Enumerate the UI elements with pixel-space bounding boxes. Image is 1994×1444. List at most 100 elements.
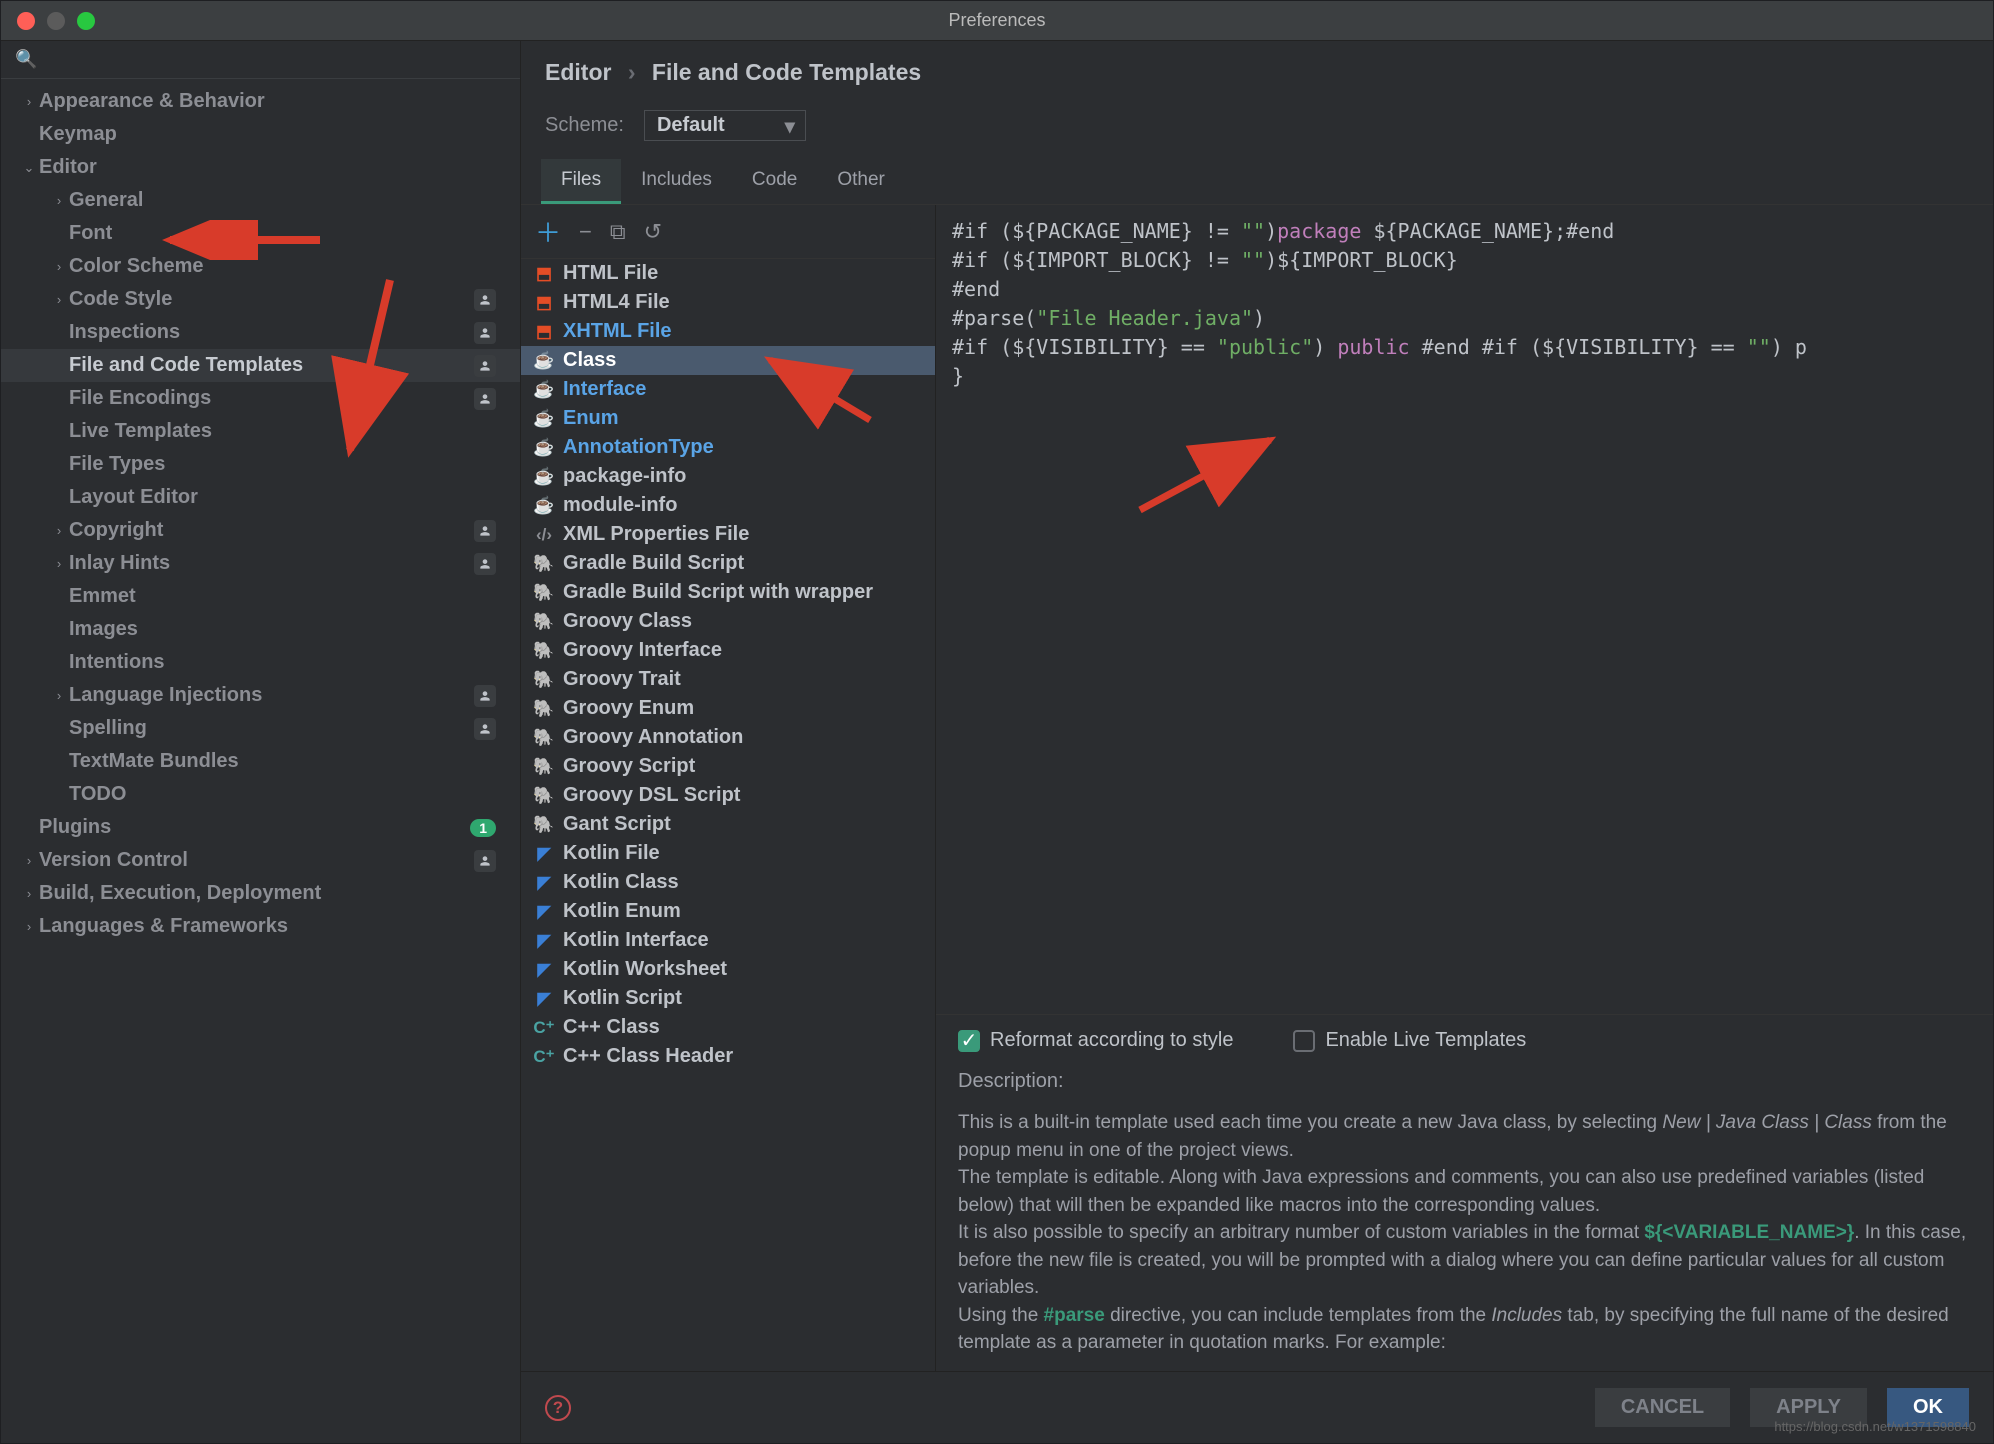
template-item-groovy-class[interactable]: 🐘Groovy Class [521, 607, 935, 636]
project-scope-icon [474, 718, 496, 740]
window-close-button[interactable] [17, 12, 35, 30]
template-item-kotlin-script[interactable]: ◤Kotlin Script [521, 984, 935, 1013]
window-zoom-button[interactable] [77, 12, 95, 30]
breadcrumb-root[interactable]: Editor [545, 59, 611, 85]
tree-item-editor[interactable]: ⌄Editor [1, 151, 520, 184]
tree-item-language-injections[interactable]: ›Language Injections [1, 679, 520, 712]
template-item-enum[interactable]: ☕Enum [521, 404, 935, 433]
tree-item-build-execution-deployment[interactable]: ›Build, Execution, Deployment [1, 877, 520, 910]
tree-item-images[interactable]: Images [1, 613, 520, 646]
template-item-kotlin-class[interactable]: ◤Kotlin Class [521, 868, 935, 897]
kotlin-icon: ◤ [533, 873, 555, 893]
chevron-icon: › [49, 523, 69, 538]
template-item-html4-file[interactable]: ⬒HTML4 File [521, 288, 935, 317]
chevron-down-icon: ▾ [785, 114, 795, 139]
breadcrumb-leaf: File and Code Templates [652, 59, 921, 85]
tab-includes[interactable]: Includes [621, 159, 732, 204]
project-scope-icon [474, 850, 496, 872]
template-item-gradle-build-script-with-wrapper[interactable]: 🐘Gradle Build Script with wrapper [521, 578, 935, 607]
tree-item-todo[interactable]: TODO [1, 778, 520, 811]
tree-item-emmet[interactable]: Emmet [1, 580, 520, 613]
checkbox-unchecked-icon [1293, 1030, 1315, 1052]
tree-item-spelling[interactable]: Spelling [1, 712, 520, 745]
remove-template-button[interactable]: − [579, 219, 592, 245]
tab-code[interactable]: Code [732, 159, 817, 204]
tree-item-copyright[interactable]: ›Copyright [1, 514, 520, 547]
description-title: Description: [936, 1066, 1993, 1101]
tab-other[interactable]: Other [817, 159, 905, 204]
window-minimize-button[interactable] [47, 12, 65, 30]
chevron-icon: › [49, 193, 69, 208]
groovy-icon: 🐘 [533, 641, 555, 661]
chevron-icon: › [19, 886, 39, 901]
count-badge: 1 [470, 819, 496, 837]
tree-item-file-and-code-templates[interactable]: File and Code Templates [1, 349, 520, 382]
tree-item-plugins[interactable]: Plugins1 [1, 811, 520, 844]
tree-item-file-types[interactable]: File Types [1, 448, 520, 481]
template-item-groovy-trait[interactable]: 🐘Groovy Trait [521, 665, 935, 694]
tree-item-general[interactable]: ›General [1, 184, 520, 217]
template-code-editor[interactable]: #if (${PACKAGE_NAME} != "")package ${PAC… [936, 205, 1993, 1015]
kotlin-icon: ◤ [533, 931, 555, 951]
groovy-icon: 🐘 [533, 670, 555, 690]
chevron-icon: › [19, 94, 39, 109]
tree-item-languages-frameworks[interactable]: ›Languages & Frameworks [1, 910, 520, 943]
kotlin-icon: ◤ [533, 902, 555, 922]
reformat-checkbox[interactable]: ✓ Reformat according to style [958, 1029, 1233, 1052]
tree-item-inspections[interactable]: Inspections [1, 316, 520, 349]
copy-template-button[interactable]: ⧉ [610, 219, 626, 245]
template-item-package-info[interactable]: ☕package-info [521, 462, 935, 491]
template-item-c-class-header[interactable]: C⁺C++ Class Header [521, 1042, 935, 1071]
groovy-icon: 🐘 [533, 815, 555, 835]
tree-item-color-scheme[interactable]: ›Color Scheme [1, 250, 520, 283]
template-item-module-info[interactable]: ☕module-info [521, 491, 935, 520]
add-template-button[interactable]: ＋ [535, 213, 561, 250]
tree-item-version-control[interactable]: ›Version Control [1, 844, 520, 877]
xml-icon: ‹/› [533, 525, 555, 545]
template-item-html-file[interactable]: ⬒HTML File [521, 259, 935, 288]
cancel-button[interactable]: CANCEL [1595, 1388, 1730, 1427]
cpp-icon: C⁺ [533, 1018, 555, 1038]
reset-template-button[interactable]: ↺ [644, 219, 662, 245]
project-scope-icon [474, 553, 496, 575]
template-item-groovy-interface[interactable]: 🐘Groovy Interface [521, 636, 935, 665]
gradle-icon: 🐘 [533, 583, 555, 603]
template-item-gradle-build-script[interactable]: 🐘Gradle Build Script [521, 549, 935, 578]
template-item-groovy-dsl-script[interactable]: 🐘Groovy DSL Script [521, 781, 935, 810]
template-item-gant-script[interactable]: 🐘Gant Script [521, 810, 935, 839]
tree-item-intentions[interactable]: Intentions [1, 646, 520, 679]
live-templates-checkbox[interactable]: Enable Live Templates [1293, 1029, 1526, 1052]
tree-item-textmate-bundles[interactable]: TextMate Bundles [1, 745, 520, 778]
breadcrumb: Editor › File and Code Templates [521, 41, 1993, 92]
search-input[interactable] [15, 49, 506, 70]
template-item-class[interactable]: ☕Class [521, 346, 935, 375]
template-item-c-class[interactable]: C⁺C++ Class [521, 1013, 935, 1042]
template-item-groovy-annotation[interactable]: 🐘Groovy Annotation [521, 723, 935, 752]
tree-item-file-encodings[interactable]: File Encodings [1, 382, 520, 415]
java-icon: ☕ [533, 351, 555, 371]
scheme-select[interactable]: Default ▾ [644, 110, 806, 141]
breadcrumb-sep: › [618, 59, 646, 85]
tree-item-keymap[interactable]: Keymap [1, 118, 520, 151]
template-item-kotlin-worksheet[interactable]: ◤Kotlin Worksheet [521, 955, 935, 984]
java-icon: ☕ [533, 409, 555, 429]
groovy-icon: 🐘 [533, 757, 555, 777]
template-item-groovy-enum[interactable]: 🐘Groovy Enum [521, 694, 935, 723]
template-item-kotlin-interface[interactable]: ◤Kotlin Interface [521, 926, 935, 955]
template-item-annotationtype[interactable]: ☕AnnotationType [521, 433, 935, 462]
template-item-xhtml-file[interactable]: ⬒XHTML File [521, 317, 935, 346]
template-item-xml-properties-file[interactable]: ‹/›XML Properties File [521, 520, 935, 549]
tab-files[interactable]: Files [541, 159, 621, 204]
tree-item-code-style[interactable]: ›Code Style [1, 283, 520, 316]
tree-item-layout-editor[interactable]: Layout Editor [1, 481, 520, 514]
template-item-groovy-script[interactable]: 🐘Groovy Script [521, 752, 935, 781]
tree-item-font[interactable]: Font [1, 217, 520, 250]
template-item-kotlin-file[interactable]: ◤Kotlin File [521, 839, 935, 868]
tree-item-live-templates[interactable]: Live Templates [1, 415, 520, 448]
template-item-kotlin-enum[interactable]: ◤Kotlin Enum [521, 897, 935, 926]
help-icon[interactable]: ? [545, 1395, 571, 1421]
tree-item-inlay-hints[interactable]: ›Inlay Hints [1, 547, 520, 580]
tree-item-appearance-behavior[interactable]: ›Appearance & Behavior [1, 85, 520, 118]
template-item-interface[interactable]: ☕Interface [521, 375, 935, 404]
settings-sidebar: ›Appearance & BehaviorKeymap⌄Editor›Gene… [1, 41, 521, 1443]
